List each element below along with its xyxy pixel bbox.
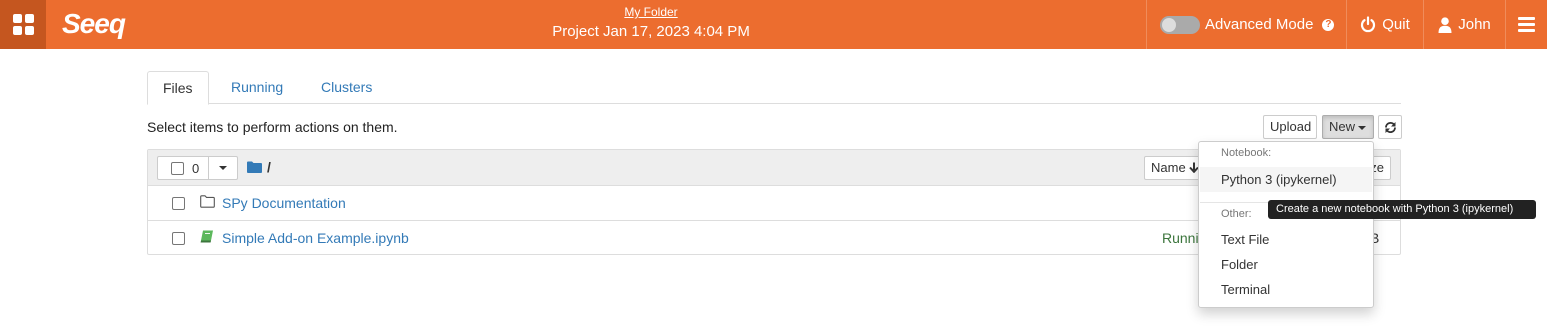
select-items-message: Select items to perform actions on them.	[147, 119, 398, 135]
file-name-link[interactable]: Simple Add-on Example.ipynb	[222, 230, 409, 246]
row-checkbox[interactable]	[172, 197, 185, 210]
running-status: Runni	[1162, 230, 1199, 246]
tab-running[interactable]: Running	[216, 71, 298, 104]
select-dropdown-button[interactable]	[209, 156, 238, 180]
advanced-mode-toggle[interactable]	[1160, 15, 1200, 34]
refresh-icon	[1384, 121, 1396, 133]
menu-item-text-file[interactable]: Text File	[1200, 227, 1372, 252]
upload-button[interactable]: Upload	[1263, 115, 1317, 139]
select-all-checkbox[interactable]	[171, 161, 184, 175]
selected-count: 0	[192, 160, 200, 176]
breadcrumb-root[interactable]: /	[267, 159, 271, 175]
row-checkbox[interactable]	[172, 232, 185, 245]
sort-name-label: Name	[1151, 160, 1186, 175]
caret-down-icon	[1358, 125, 1367, 130]
new-dropdown-menu: Notebook: Python 3 (ipykernel) Other: Te…	[1198, 141, 1374, 308]
breadcrumb: /	[247, 159, 271, 175]
tab-files[interactable]: Files	[147, 71, 209, 105]
project-title: Project Jan 17, 2023 4:04 PM	[552, 23, 750, 40]
tab-clusters[interactable]: Clusters	[306, 71, 387, 104]
select-all-group: 0	[157, 156, 238, 180]
select-all-control[interactable]: 0	[157, 156, 209, 180]
advanced-mode-control: Advanced Mode ?	[1146, 0, 1346, 49]
folder-icon[interactable]	[247, 161, 262, 173]
help-icon[interactable]: ?	[1322, 18, 1335, 31]
menu-item-folder[interactable]: Folder	[1200, 252, 1372, 277]
caret-down-icon	[219, 166, 227, 170]
refresh-button[interactable]	[1378, 115, 1402, 139]
title-area: My Folder Project Jan 17, 2023 4:04 PM	[0, 4, 1302, 44]
user-menu-button[interactable]: John	[1423, 0, 1505, 49]
quit-button[interactable]: Quit	[1346, 0, 1423, 49]
power-icon	[1361, 16, 1376, 33]
user-icon	[1438, 16, 1452, 33]
tooltip: Create a new notebook with Python 3 (ipy…	[1268, 200, 1536, 219]
file-name-link[interactable]: SPy Documentation	[222, 195, 346, 211]
top-navbar: Seeq My Folder Project Jan 17, 2023 4:04…	[0, 0, 1547, 49]
advanced-mode-label: Advanced Mode	[1205, 16, 1314, 33]
user-name: John	[1458, 16, 1491, 33]
notebook-section-header: Notebook:	[1221, 147, 1272, 159]
notebook-icon	[200, 230, 213, 243]
menu-item-terminal[interactable]: Terminal	[1200, 277, 1372, 302]
folder-outline-icon	[200, 195, 215, 208]
sort-by-name-button[interactable]: Name	[1144, 156, 1207, 180]
other-section-header: Other:	[1221, 208, 1252, 220]
new-button[interactable]: New	[1322, 115, 1374, 139]
tab-bar: Files Running Clusters	[147, 71, 1401, 105]
menu-item-python3[interactable]: Python 3 (ipykernel)	[1200, 167, 1372, 192]
quit-label: Quit	[1382, 16, 1410, 33]
new-button-label: New	[1329, 119, 1356, 134]
hamburger-menu-icon[interactable]	[1505, 0, 1547, 49]
folder-link[interactable]: My Folder	[0, 4, 1302, 20]
